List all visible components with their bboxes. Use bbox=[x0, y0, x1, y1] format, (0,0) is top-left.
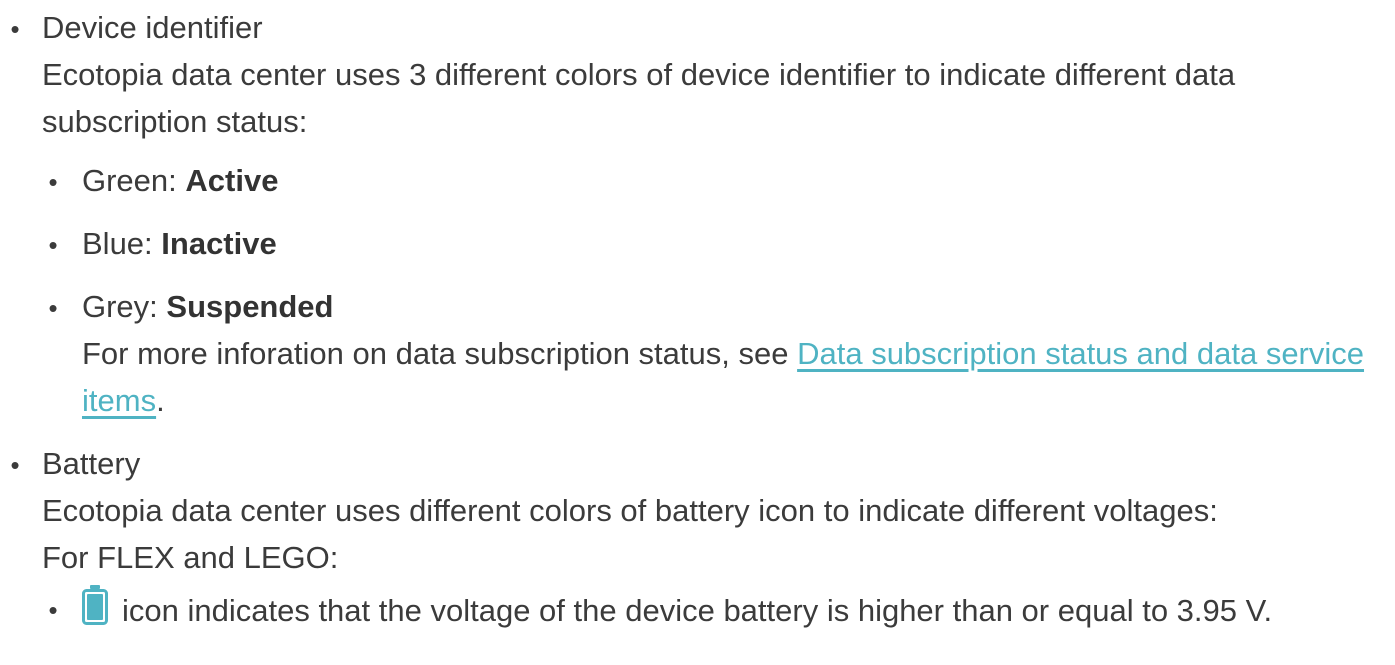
device-identifier-description: Ecotopia data center uses 3 different co… bbox=[42, 57, 1236, 139]
status-item-grey: Grey: Suspended For more inforation on d… bbox=[42, 283, 1395, 424]
document-body: Device identifier Ecotopia data center u… bbox=[0, 4, 1395, 650]
battery-level-list: icon indicates that the voltage of the d… bbox=[42, 585, 1395, 634]
status-list: Green: Active Blue: Inactive Grey: Suspe… bbox=[42, 157, 1395, 424]
status-color-label: Blue: bbox=[82, 226, 162, 261]
status-color-label: Green: bbox=[82, 163, 186, 198]
status-color-label: Grey: bbox=[82, 289, 167, 324]
more-info-suffix: . bbox=[156, 383, 165, 418]
bullet bbox=[8, 4, 22, 53]
status-item-green: Green: Active bbox=[42, 157, 1395, 204]
bullet bbox=[46, 283, 60, 332]
bullet bbox=[46, 585, 60, 634]
bullet bbox=[46, 157, 60, 206]
status-item-blue: Blue: Inactive bbox=[42, 220, 1395, 267]
device-identifier-heading: Device identifier bbox=[42, 10, 263, 45]
battery-description: Ecotopia data center uses different colo… bbox=[42, 493, 1218, 528]
battery-heading: Battery bbox=[42, 446, 141, 481]
status-name: Active bbox=[185, 163, 279, 198]
main-list: Device identifier Ecotopia data center u… bbox=[0, 4, 1395, 634]
more-info-text: For more inforation on data subscription… bbox=[82, 336, 798, 371]
status-name: Inactive bbox=[161, 226, 277, 261]
bullet bbox=[46, 220, 60, 269]
bullet bbox=[8, 440, 22, 489]
status-name: Suspended bbox=[166, 289, 334, 324]
battery-models-line: For FLEX and LEGO: bbox=[42, 540, 339, 575]
list-item-battery: Battery Ecotopia data center uses differ… bbox=[0, 440, 1395, 634]
battery-full-icon bbox=[82, 585, 108, 625]
battery-level-text: icon indicates that the voltage of the d… bbox=[122, 593, 1273, 628]
list-item-device-identifier: Device identifier Ecotopia data center u… bbox=[0, 4, 1395, 424]
battery-level-item: icon indicates that the voltage of the d… bbox=[42, 585, 1395, 634]
